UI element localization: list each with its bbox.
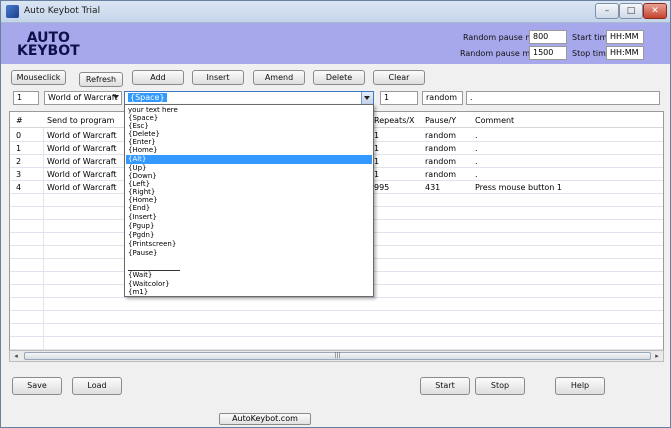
- clear-button[interactable]: Clear: [373, 70, 425, 85]
- column-header-index[interactable]: #: [16, 116, 23, 125]
- row-gridline: [10, 297, 663, 298]
- row-index: 3: [16, 170, 22, 179]
- insert-button[interactable]: Insert: [192, 70, 244, 85]
- logo-line-2: KEYBOT: [17, 43, 80, 59]
- row-repeats: 995: [374, 183, 390, 192]
- save-button[interactable]: Save: [12, 377, 62, 395]
- column-header-pause[interactable]: Pause/Y: [425, 116, 456, 125]
- row-repeats: 1: [374, 170, 380, 179]
- dropdown-option[interactable]: {End}: [126, 204, 372, 213]
- maximize-button[interactable]: □: [619, 3, 643, 19]
- row-pause: random: [425, 170, 457, 179]
- amend-button[interactable]: Amend: [253, 70, 305, 85]
- minimize-button[interactable]: –: [595, 3, 619, 19]
- row-repeats: 1: [374, 131, 380, 140]
- row-program: World of Warcraft: [47, 157, 117, 166]
- stop-time-input[interactable]: HH:MM: [606, 46, 644, 60]
- row-gridline: [10, 310, 663, 311]
- row-comment: .: [475, 170, 478, 179]
- pause-input[interactable]: random: [422, 91, 463, 105]
- command-combobox-value: {Space}: [128, 93, 167, 102]
- row-pause: random: [425, 144, 457, 153]
- close-button[interactable]: ✕: [643, 3, 667, 19]
- row-pause: 431: [425, 183, 441, 192]
- title-bar: Auto Keybot Trial – □ ✕: [1, 1, 670, 23]
- row-index: 4: [16, 183, 22, 192]
- program-select[interactable]: World of Warcraft: [44, 91, 122, 105]
- window-title: Auto Keybot Trial: [24, 6, 101, 16]
- start-button[interactable]: Start: [420, 377, 470, 395]
- row-comment: .: [475, 144, 478, 153]
- refresh-button[interactable]: Refresh: [79, 72, 123, 87]
- row-program: World of Warcraft: [47, 144, 117, 153]
- delete-button[interactable]: Delete: [313, 70, 365, 85]
- dropdown-option[interactable]: {Pgup}: [126, 222, 372, 231]
- column-divider: [43, 112, 44, 350]
- column-header-repeats[interactable]: Repeats/X: [374, 116, 415, 125]
- dropdown-option[interactable]: {m1}: [126, 288, 372, 297]
- command-dropdown-list: your text here {Space} {Esc} {Delete} {E…: [124, 104, 374, 297]
- dropdown-option[interactable]: {Pause}: [126, 249, 372, 258]
- help-button[interactable]: Help: [555, 377, 605, 395]
- row-gridline: [10, 323, 663, 324]
- dropdown-option[interactable]: {Wait}: [126, 271, 372, 280]
- row-repeats: 1: [374, 157, 380, 166]
- chevron-down-icon: [113, 95, 119, 99]
- command-combobox[interactable]: {Space}: [124, 91, 374, 105]
- column-header-program[interactable]: Send to program: [47, 116, 114, 125]
- app-icon: [6, 5, 19, 18]
- app-window: Auto Keybot Trial – □ ✕ AUTO KEYBOT Rand…: [0, 0, 671, 428]
- row-index: 2: [16, 157, 22, 166]
- app-logo: AUTO KEYBOT: [17, 31, 80, 59]
- scrollbar-thumb[interactable]: |||: [24, 352, 651, 360]
- stop-button[interactable]: Stop: [475, 377, 525, 395]
- mouseclick-button[interactable]: Mouseclick: [11, 70, 66, 85]
- comment-input[interactable]: .: [466, 91, 660, 105]
- combobox-dropdown-button[interactable]: [361, 92, 373, 104]
- row-pause: random: [425, 157, 457, 166]
- dropdown-option-highlighted[interactable]: {Alt}: [126, 155, 372, 164]
- row-program: World of Warcraft: [47, 183, 117, 192]
- row-pause: random: [425, 131, 457, 140]
- row-gridline: [10, 336, 663, 337]
- dropdown-option[interactable]: {Insert}: [126, 213, 372, 222]
- pause-max-input[interactable]: 1500: [529, 46, 567, 60]
- pause-max-label: Random pause max: [460, 49, 540, 58]
- load-button[interactable]: Load: [72, 377, 122, 395]
- index-input[interactable]: 1: [13, 91, 39, 105]
- dropdown-option[interactable]: {Home}: [126, 146, 372, 155]
- row-comment: .: [475, 157, 478, 166]
- row-index: 0: [16, 131, 22, 140]
- column-header-comment[interactable]: Comment: [475, 116, 514, 125]
- scroll-left-icon[interactable]: ◂: [10, 351, 22, 361]
- row-program: World of Warcraft: [47, 131, 117, 140]
- website-link-button[interactable]: AutoKeybot.com: [219, 413, 311, 425]
- row-comment: Press mouse button 1: [475, 183, 563, 192]
- row-index: 1: [16, 144, 22, 153]
- pause-min-input[interactable]: 800: [529, 30, 567, 44]
- program-select-value: World of Warcraft: [48, 93, 118, 102]
- row-comment: .: [475, 131, 478, 140]
- repeats-input[interactable]: 1: [380, 91, 418, 105]
- horizontal-scrollbar[interactable]: ◂ ||| ▸: [9, 350, 664, 362]
- stop-time-label: Stop time: [572, 49, 611, 58]
- scroll-right-icon[interactable]: ▸: [651, 351, 663, 361]
- dropdown-option[interactable]: {Printscreen}: [126, 240, 372, 249]
- header-banner: AUTO KEYBOT Random pause min 800 Random …: [1, 23, 670, 64]
- start-time-input[interactable]: HH:MM: [606, 30, 644, 44]
- chevron-down-icon: [364, 96, 370, 100]
- row-repeats: 1: [374, 144, 380, 153]
- dropdown-option[interactable]: {Pgdn}: [126, 231, 372, 240]
- row-program: World of Warcraft: [47, 170, 117, 179]
- add-button[interactable]: Add: [132, 70, 184, 85]
